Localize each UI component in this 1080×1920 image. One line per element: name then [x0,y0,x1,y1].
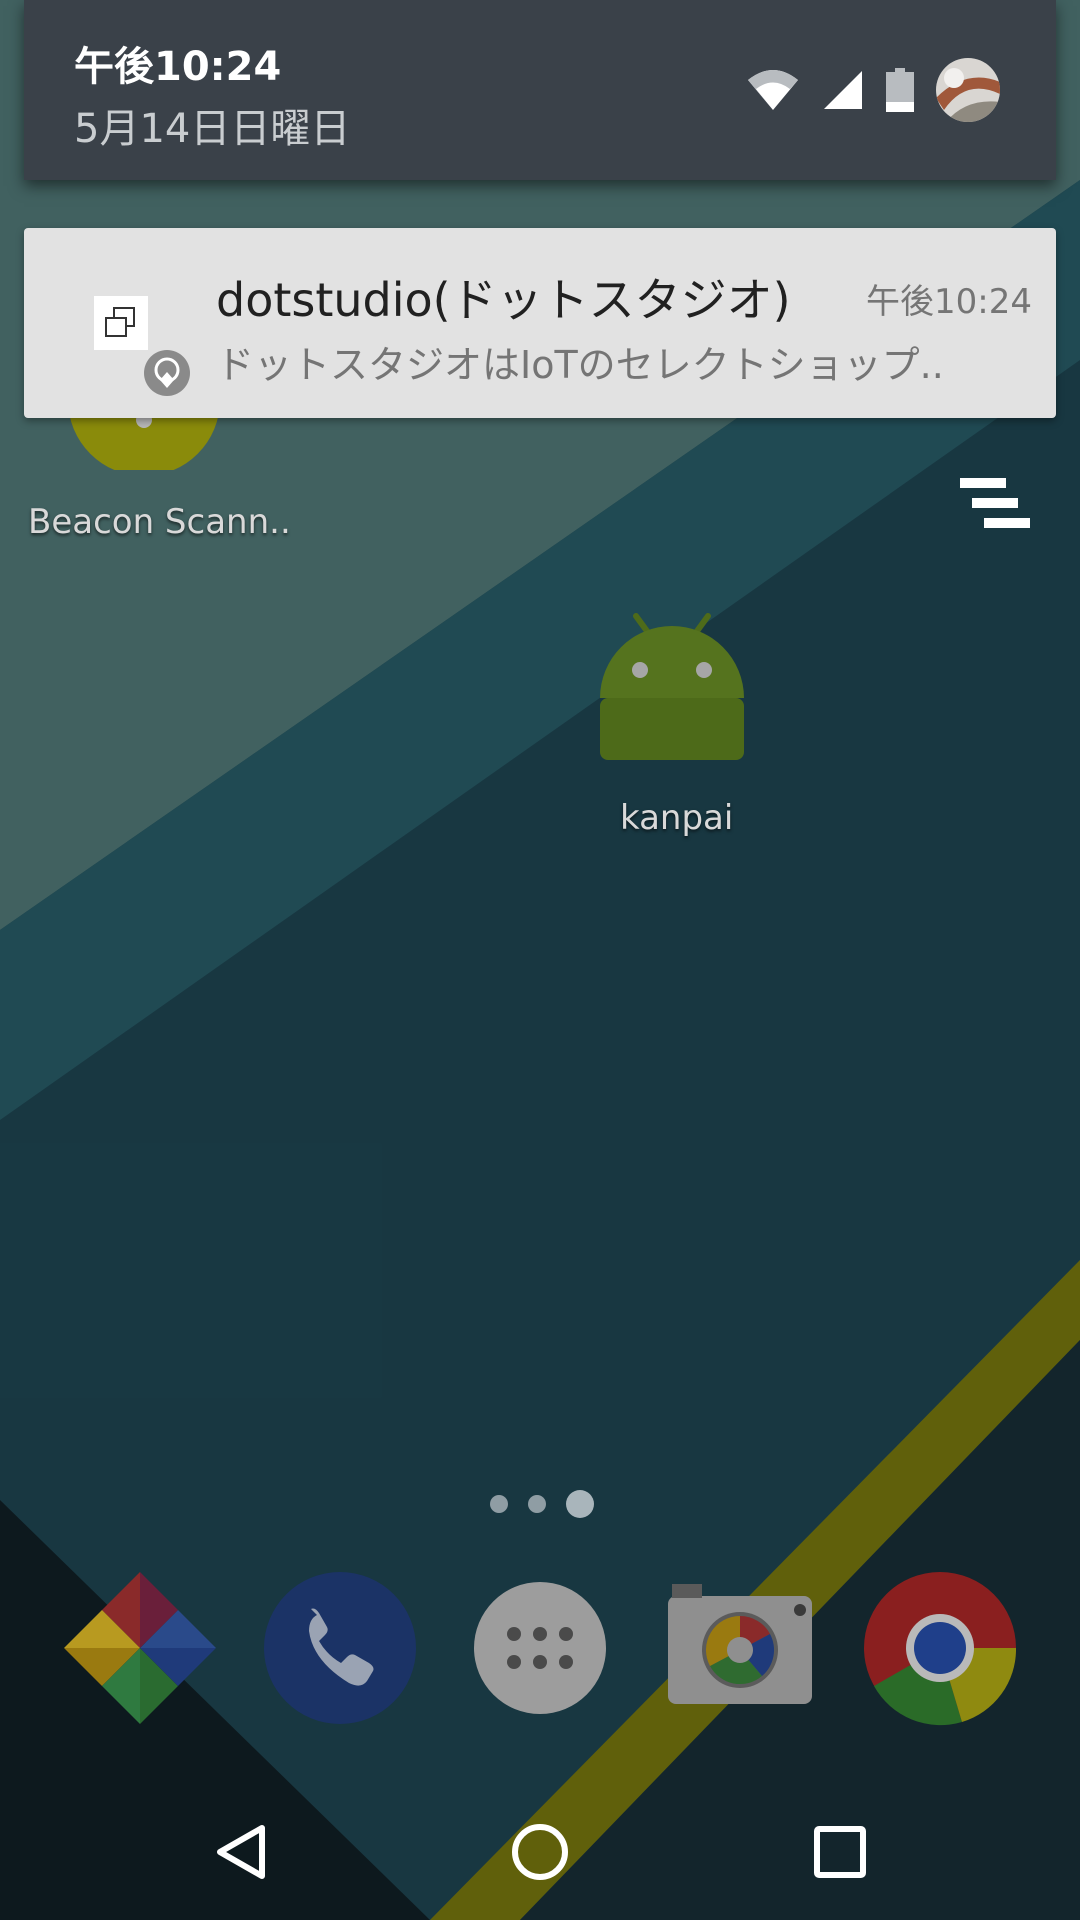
photos-icon[interactable] [62,1570,218,1726]
notification-time: 午後10:24 [866,282,1032,322]
app-label-kanpai[interactable]: kanpai [620,798,733,838]
status-icons [746,55,1000,125]
signal-icon [824,71,862,109]
android-icon[interactable] [596,606,748,766]
clock: 午後10:24 [74,44,282,90]
notification-title: dotstudio(ドットスタジオ) [216,273,791,327]
date: 5月14日日曜日 [74,106,351,152]
wifi-icon [748,70,798,110]
notification-text: ドットスタジオはIoTのセレクトショップ.. [216,343,944,387]
page-dot-active [566,1490,594,1518]
beacon-badge-icon [144,350,190,396]
location-pin-icon [154,357,180,388]
app-drawer-icon[interactable] [462,1570,618,1726]
notification-overflow-icon[interactable] [956,474,1032,534]
camera-icon[interactable] [662,1570,818,1726]
battery-icon [886,68,914,112]
avatar-image [936,58,1000,122]
notification-card[interactable]: dotstudio(ドットスタジオ) 午後10:24 ドットスタジオはIoTのセ… [24,228,1056,418]
page-indicator [490,1490,594,1518]
phone-icon[interactable] [262,1570,418,1726]
navigation-bar [0,1782,1080,1920]
user-avatar[interactable] [936,58,1000,122]
back-icon [217,1825,265,1879]
page-dot [490,1495,508,1513]
windows-icon [105,307,135,337]
notification-shade-header[interactable]: 午後10:24 5月14日日曜日 [24,0,1056,180]
notification-large-icon [94,296,148,350]
app-label-beacon-scanner[interactable]: Beacon Scann.. [28,502,291,542]
recents-button[interactable] [790,1802,890,1902]
home-button[interactable] [490,1802,590,1902]
recents-icon [814,1826,866,1878]
back-button[interactable] [192,1802,292,1902]
home-icon [512,1824,568,1880]
chrome-icon[interactable] [862,1570,1018,1726]
page-dot [528,1495,546,1513]
